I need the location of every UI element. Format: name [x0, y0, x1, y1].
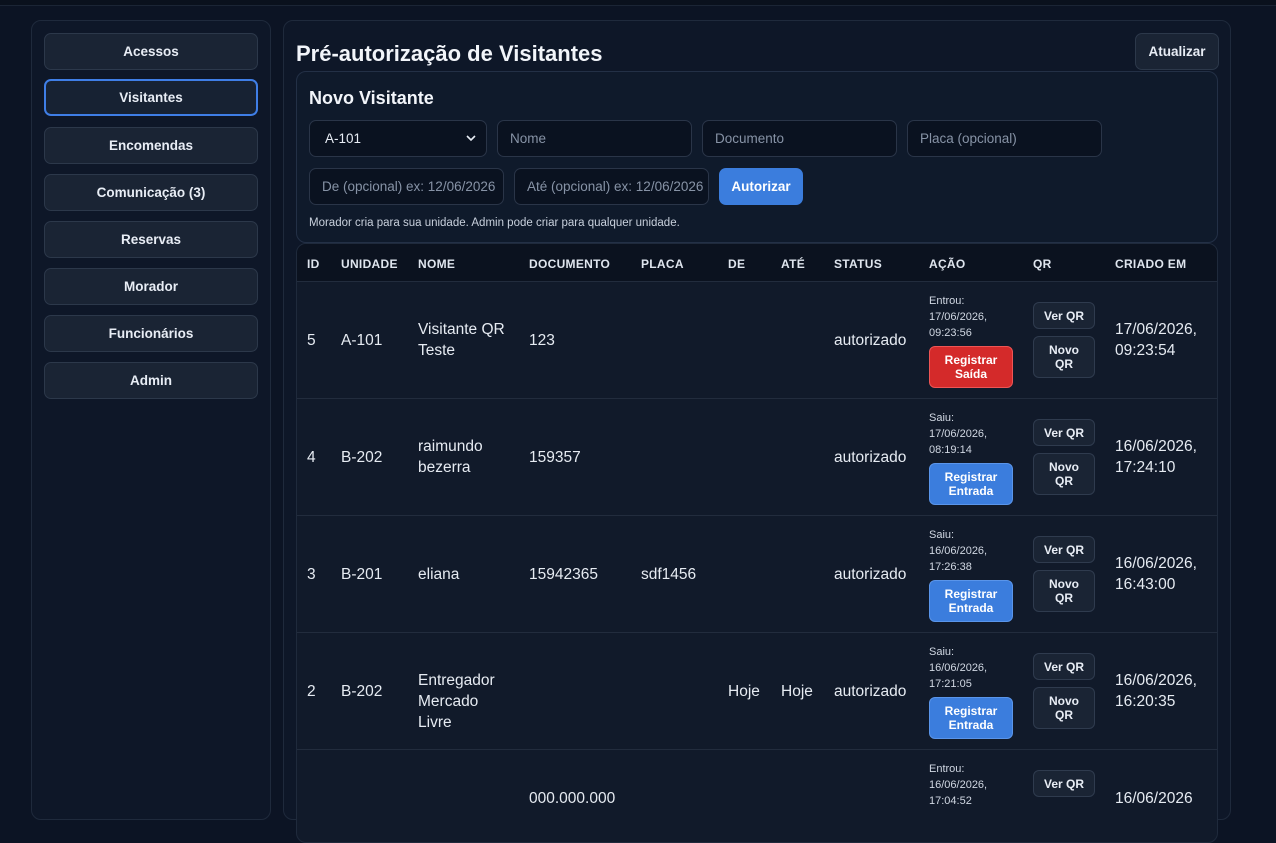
view-qr-button[interactable]: Ver QR: [1033, 653, 1095, 680]
cell-status: autorizado: [834, 682, 907, 700]
authorize-button[interactable]: Autorizar: [719, 168, 803, 205]
cell-unit: B-202: [341, 682, 383, 700]
from-date-input[interactable]: De (opcional) ex: 12/06/2026: [309, 168, 504, 205]
view-qr-button[interactable]: Ver QR: [1033, 302, 1095, 329]
unit-select[interactable]: A-101: [309, 120, 487, 157]
cell-document: 123: [529, 331, 555, 349]
cell-name: Entregador Mercado Livre: [418, 672, 495, 731]
event-time: 16/06/2026, 17:04:52: [929, 779, 988, 807]
register-entry-button[interactable]: Registrar Entrada: [929, 463, 1013, 505]
cell-unit: B-201: [341, 565, 383, 583]
sidebar-item-funcionarios[interactable]: Funcionários: [44, 315, 258, 352]
sidebar-item-morador[interactable]: Morador: [44, 268, 258, 305]
cell-id: 2: [307, 682, 316, 700]
sidebar-item-admin[interactable]: Admin: [44, 362, 258, 399]
header-status: STATUS: [834, 257, 883, 271]
header-unit: UNIDADE: [341, 257, 398, 271]
plate-input[interactable]: Placa (opcional): [907, 120, 1102, 157]
cell-document: 159357: [529, 448, 581, 466]
new-qr-button[interactable]: Novo QR: [1033, 687, 1095, 729]
cell-name: eliana: [418, 565, 460, 583]
view-qr-button[interactable]: Ver QR: [1033, 419, 1095, 446]
table-row: 4 B-202 raimundo bezerra 159357 autorizado Sa…: [297, 399, 1217, 516]
sidebar-item-visitantes[interactable]: Visitantes: [44, 79, 258, 116]
event-label: Saiu:: [929, 646, 955, 658]
table-row: 2 B-202 Entregador Mercado Livre Hoje Hoje au…: [297, 633, 1217, 750]
cell-id: 5: [307, 331, 316, 349]
cell-created: 16/06/2026, 16:20:35: [1115, 672, 1197, 710]
sidebar-item-acessos[interactable]: Acessos: [44, 33, 258, 70]
refresh-button[interactable]: Atualizar: [1135, 33, 1219, 70]
cell-created: 16/06/2026, 17:24:10: [1115, 438, 1197, 476]
header-qr: QR: [1033, 257, 1052, 271]
header-document: DOCUMENTO: [529, 257, 611, 271]
cell-unit: B-202: [341, 448, 383, 466]
register-entry-button[interactable]: Registrar Entrada: [929, 697, 1013, 739]
cell-document: 000.000.000: [529, 790, 616, 807]
sidebar: Acessos Visitantes Encomendas Comunicaçã…: [31, 20, 271, 820]
header-to: ATÉ: [781, 257, 806, 271]
cell-plate: sdf1456: [641, 565, 697, 583]
cell-created: 16/06/2026: [1115, 790, 1193, 807]
chevron-down-icon: [466, 135, 476, 142]
visitors-table: ID UNIDADE NOME DOCUMENTO PLACA DE ATÉ S…: [296, 243, 1218, 843]
name-input[interactable]: Nome: [497, 120, 692, 157]
document-input[interactable]: Documento: [702, 120, 897, 157]
event-label: Saiu:: [929, 529, 955, 541]
event-time: 16/06/2026, 17:26:38: [929, 545, 988, 573]
register-entry-button[interactable]: Registrar Entrada: [929, 580, 1013, 622]
form-title: Novo Visitante: [309, 88, 434, 108]
cell-created: 17/06/2026, 09:23:54: [1115, 321, 1197, 359]
header-created: CRIADO EM: [1115, 257, 1187, 271]
new-visitor-form: Novo Visitante A-101 Nome Documento Plac…: [296, 71, 1218, 243]
view-qr-button[interactable]: Ver QR: [1033, 770, 1095, 797]
table-header: ID UNIDADE NOME DOCUMENTO PLACA DE ATÉ S…: [297, 244, 1217, 282]
header-action: AÇÃO: [929, 257, 966, 271]
header-id: ID: [307, 257, 320, 271]
cell-document: 15942365: [529, 565, 598, 583]
event-label: Saiu:: [929, 412, 955, 424]
sidebar-item-reservas[interactable]: Reservas: [44, 221, 258, 258]
cell-name: raimundo bezerra: [418, 438, 483, 476]
cell-from: Hoje: [728, 682, 760, 700]
event-time: 16/06/2026, 17:21:05: [929, 662, 988, 690]
cell-id: 3: [307, 565, 316, 583]
event-label: Entrou:: [929, 295, 965, 307]
sidebar-item-encomendas[interactable]: Encomendas: [44, 127, 258, 164]
header-from: DE: [728, 257, 746, 271]
cell-created: 16/06/2026, 16:43:00: [1115, 555, 1197, 593]
main-panel: Pré-autorização de Visitantes Atualizar …: [283, 20, 1231, 843]
sidebar-item-comunicacao[interactable]: Comunicação (3): [44, 174, 258, 211]
new-qr-button[interactable]: Novo QR: [1033, 570, 1095, 612]
event-label: Entrou:: [929, 763, 965, 775]
top-bar: [0, 0, 1276, 6]
cell-name: Visitante QR Teste: [418, 321, 505, 359]
event-time: 17/06/2026, 08:19:14: [929, 428, 988, 456]
form-hint: Morador cria para sua unidade. Admin pod…: [309, 217, 680, 229]
page-title: Pré-autorização de Visitantes: [296, 41, 603, 66]
table-row: 5 A-101 Visitante QR Teste 123 autorizado Ent…: [297, 282, 1217, 399]
cell-status: autorizado: [834, 448, 907, 466]
cell-unit: A-101: [341, 331, 383, 349]
table-row: 3 B-201 eliana 15942365 sdf1456 autorizado Sai…: [297, 516, 1217, 633]
new-qr-button[interactable]: Novo QR: [1033, 336, 1095, 378]
view-qr-button[interactable]: Ver QR: [1033, 536, 1095, 563]
cell-status: autorizado: [834, 565, 907, 583]
to-date-input[interactable]: Até (opcional) ex: 12/06/2026: [514, 168, 709, 205]
cell-status: autorizado: [834, 331, 907, 349]
register-exit-button[interactable]: Registrar Saída: [929, 346, 1013, 388]
header-name: NOME: [418, 257, 456, 271]
unit-select-value: A-101: [325, 131, 362, 146]
cell-to: Hoje: [781, 682, 813, 700]
new-qr-button[interactable]: Novo QR: [1033, 453, 1095, 495]
event-time: 17/06/2026, 09:23:56: [929, 311, 988, 339]
header-plate: PLACA: [641, 257, 684, 271]
cell-id: 4: [307, 448, 316, 466]
table-row: 000.000.000 Entrou: 16/06/2026, 17:04:52 Ve…: [297, 750, 1217, 842]
